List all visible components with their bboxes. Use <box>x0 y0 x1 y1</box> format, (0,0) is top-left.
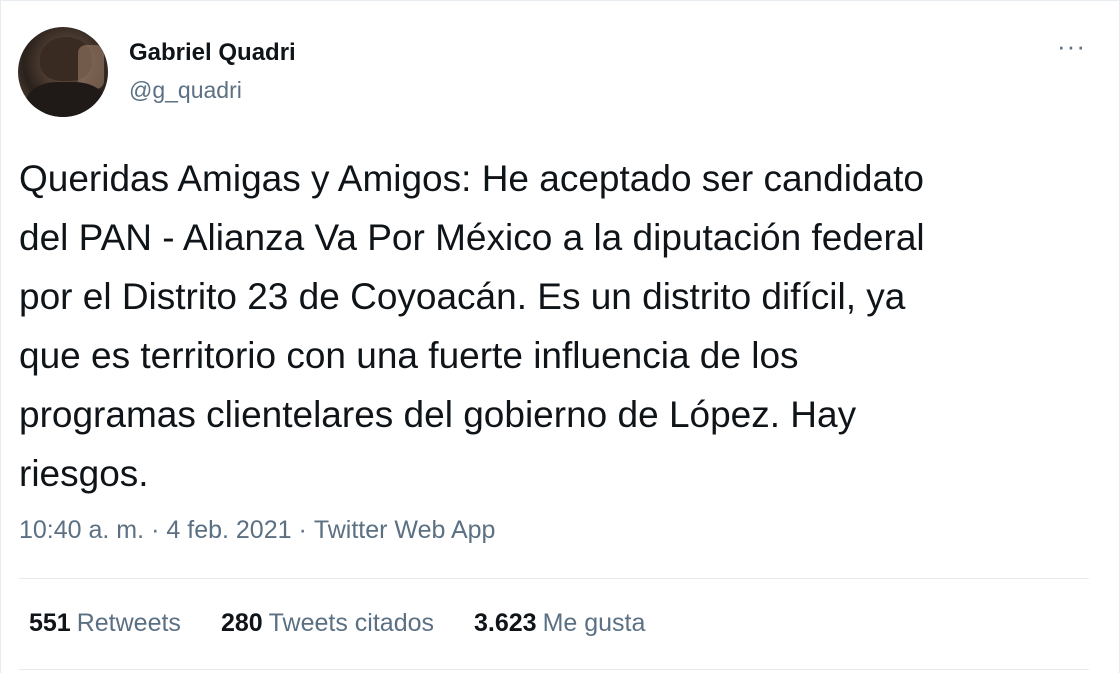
author-avatar[interactable] <box>18 27 108 117</box>
divider <box>19 669 1089 670</box>
likes-count: 3.623 <box>474 609 537 637</box>
tweet-meta: 10:40 a. m. · 4 feb. 2021 · Twitter Web App <box>19 516 495 545</box>
tweet-text-line: riesgos. <box>19 453 149 494</box>
divider <box>19 578 1089 579</box>
author-handle[interactable]: @g_quadri <box>129 77 242 104</box>
tweet-source[interactable]: Twitter Web App <box>314 516 496 544</box>
meta-separator: · <box>151 516 160 544</box>
quote-tweets-stat[interactable]: 280 Tweets citados <box>221 609 434 638</box>
likes-stat[interactable]: 3.623 Me gusta <box>474 609 645 638</box>
author-name[interactable]: Gabriel Quadri <box>129 39 296 67</box>
tweet-text: Queridas Amigas y Amigos: He aceptado se… <box>19 149 1099 503</box>
retweets-stat[interactable]: 551 Retweets <box>29 609 181 638</box>
likes-label: Me gusta <box>542 609 646 637</box>
tweet-text-line: Queridas Amigas y Amigos: He aceptado se… <box>19 158 924 199</box>
avatar-body-shape <box>26 82 106 117</box>
tweet-text-line: del PAN - Alianza Va Por México a la dip… <box>19 217 925 258</box>
tweet-date[interactable]: 4 feb. 2021 <box>166 516 291 544</box>
retweets-count: 551 <box>29 609 71 637</box>
tweet-stats: 551 Retweets 280 Tweets citados 3.623 Me gu… <box>29 609 645 638</box>
tweet-text-line: programas clientelares del gobierno de L… <box>19 394 857 435</box>
tweet-time[interactable]: 10:40 a. m. <box>19 516 144 544</box>
quote-tweets-count: 280 <box>220 609 263 637</box>
more-options-icon[interactable]: ··· <box>1057 31 1086 62</box>
tweet-text-line: por el Distrito 23 de Coyoacán. Es un di… <box>19 276 906 317</box>
meta-separator: · <box>298 516 307 544</box>
retweets-label: Retweets <box>76 609 181 637</box>
tweet-card: Gabriel Quadri @g_quadri ··· Queridas Am… <box>0 0 1120 673</box>
tweet-text-line: que es territorio con una fuerte influen… <box>19 335 799 376</box>
quote-tweets-label: Tweets citados <box>268 609 435 637</box>
